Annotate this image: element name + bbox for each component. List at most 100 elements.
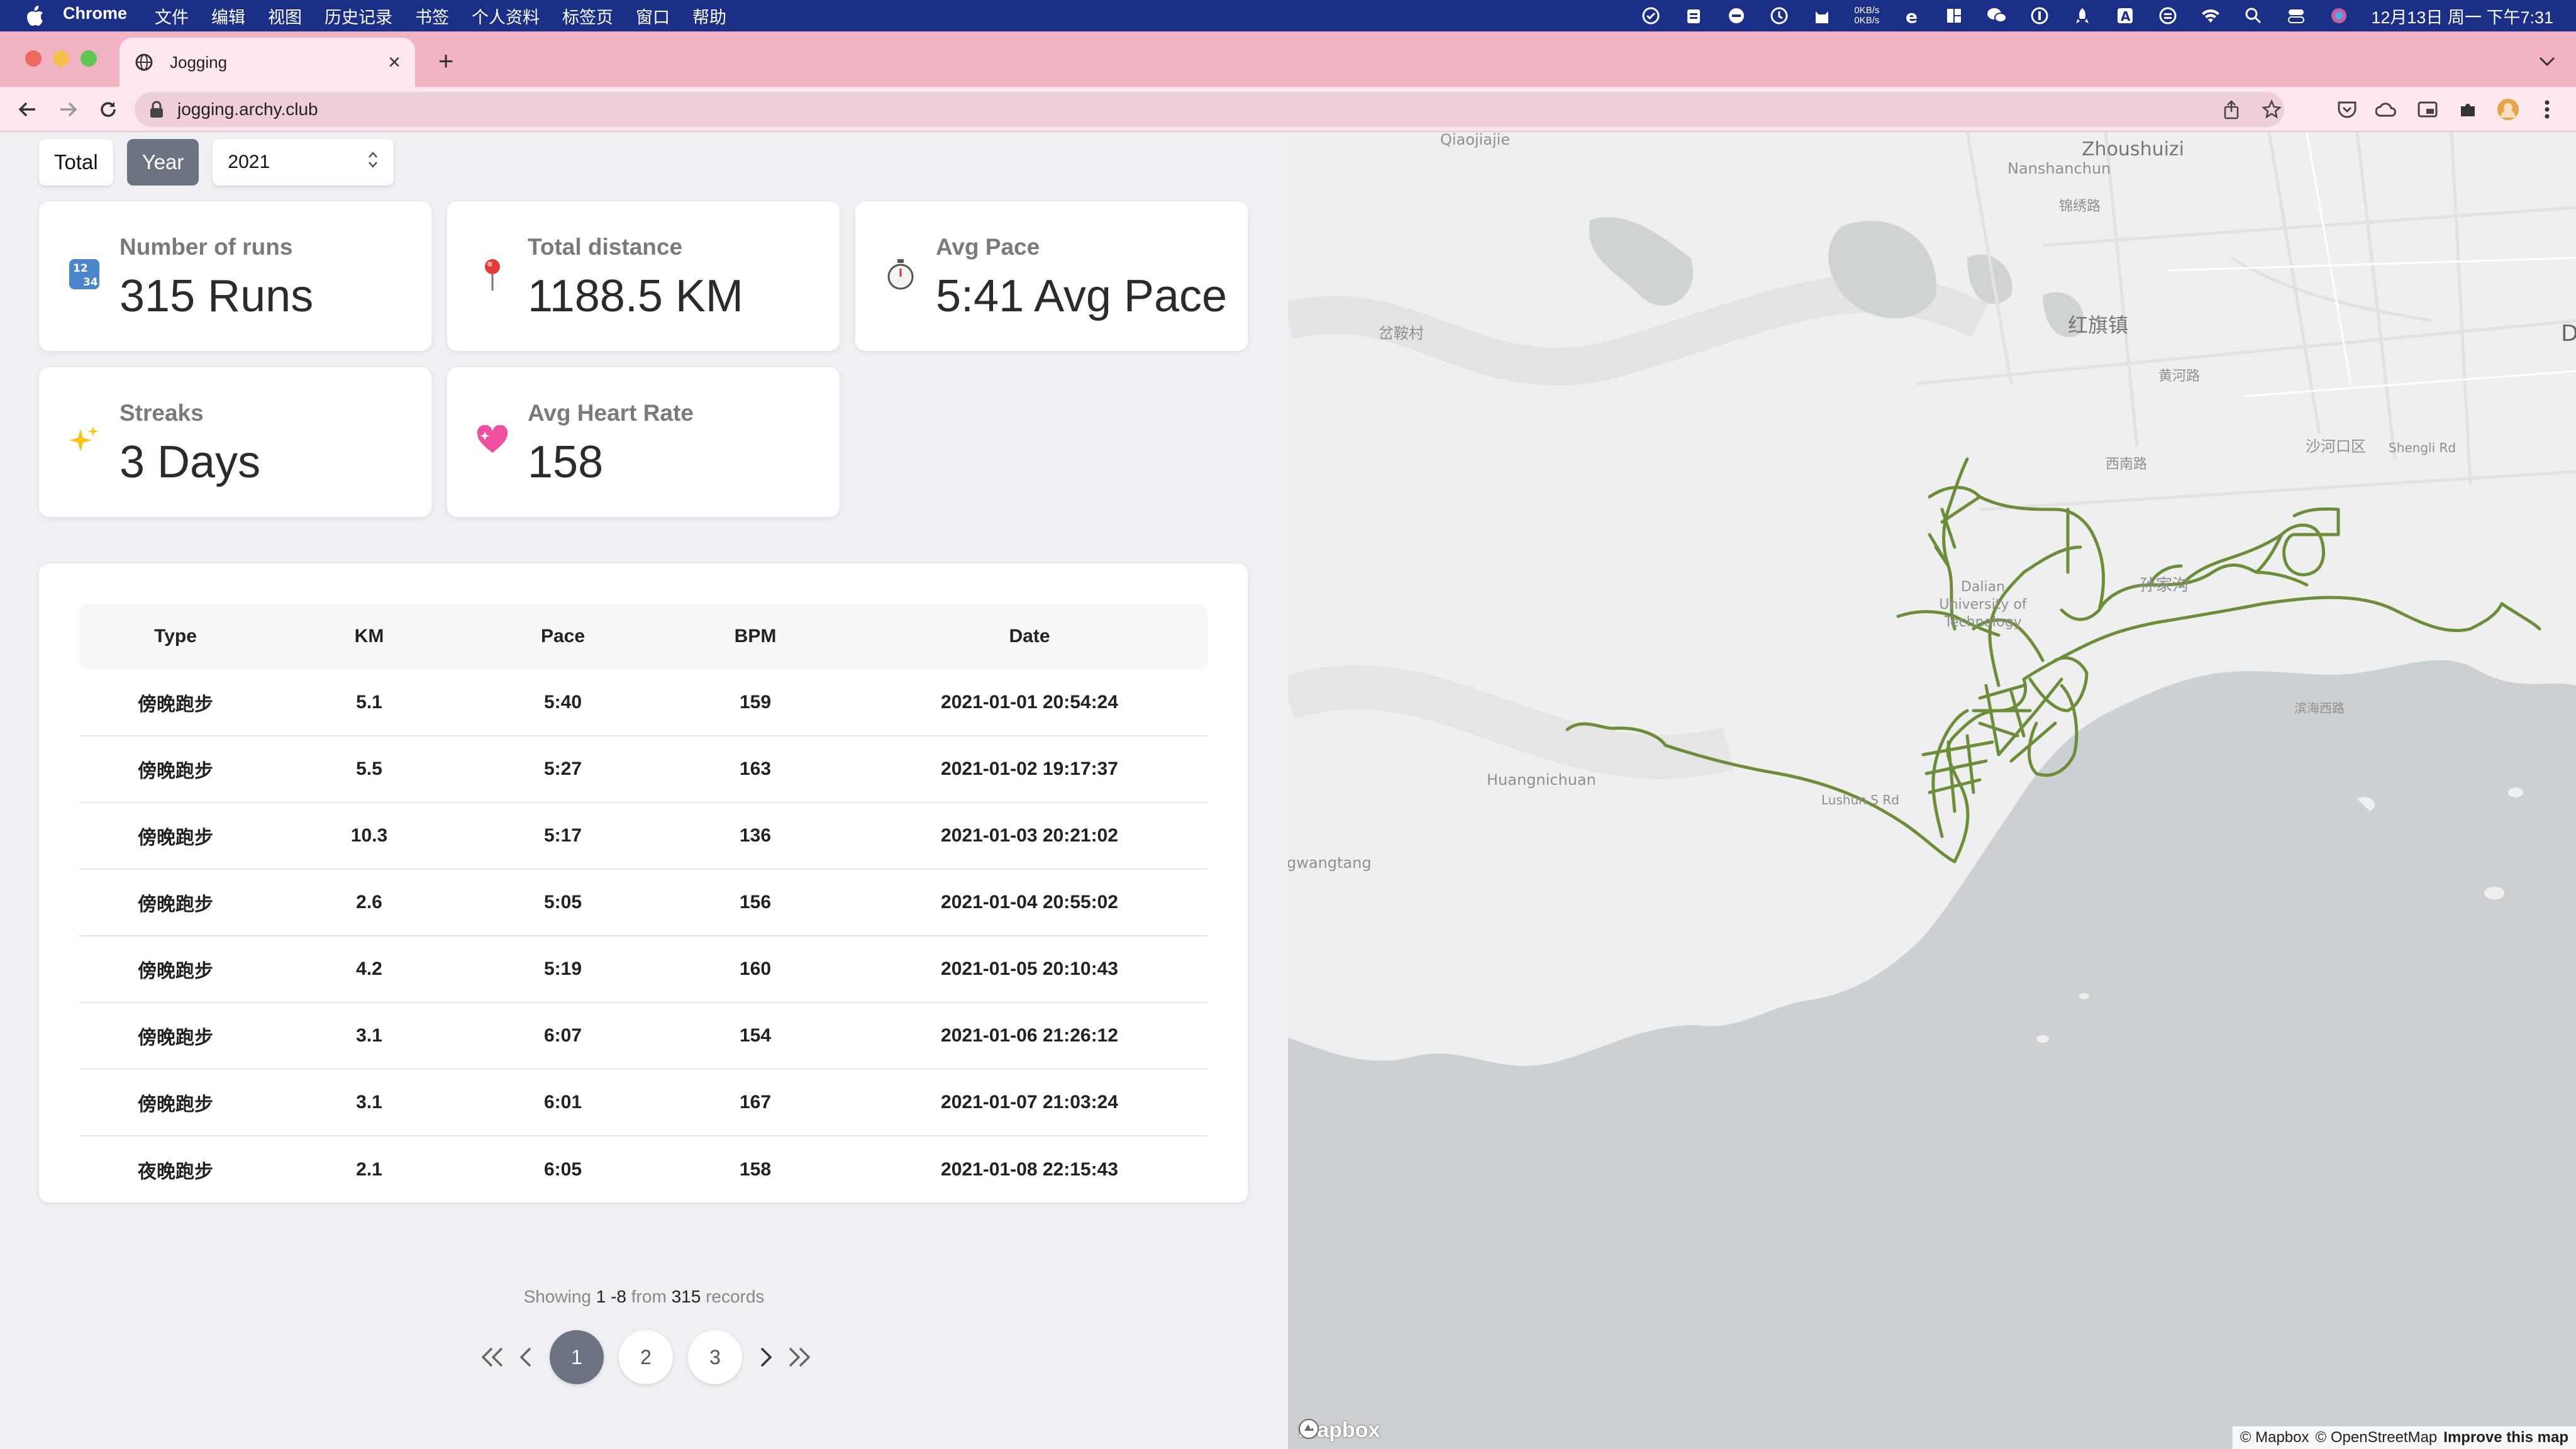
- stat-label: Total distance: [528, 234, 683, 260]
- picture-in-picture-icon[interactable]: [2415, 97, 2440, 122]
- wifi-icon[interactable]: [2200, 5, 2221, 26]
- apple-menu-icon[interactable]: [24, 4, 47, 27]
- prev-page-icon[interactable]: [509, 1338, 542, 1376]
- lock-icon[interactable]: [148, 101, 166, 118]
- map-label: Shengli Rd: [2389, 440, 2457, 455]
- map-label: 岔鞍村: [1379, 325, 1424, 342]
- map-canvas[interactable]: [1288, 132, 2576, 1449]
- cell-date: 2021-01-02 19:17:37: [852, 736, 1208, 803]
- tab-jogging[interactable]: Jogging ×: [119, 38, 415, 87]
- bookmark-star-icon[interactable]: [2259, 97, 2284, 122]
- column-header-bpm[interactable]: BPM: [659, 604, 852, 669]
- from-word: from: [631, 1287, 667, 1306]
- gamepad-icon[interactable]: [1726, 5, 1747, 26]
- stat-label: Number of runs: [119, 234, 293, 260]
- cat-icon[interactable]: [1811, 5, 1833, 26]
- menu-history[interactable]: 历史记录: [325, 4, 392, 28]
- column-header-date[interactable]: Date: [852, 604, 1208, 669]
- search-icon[interactable]: [2243, 5, 2264, 26]
- profile-avatar[interactable]: [2496, 97, 2521, 122]
- reload-icon[interactable]: [94, 96, 122, 123]
- macos-menubar: Chrome 文件 编辑 视图 历史记录 书签 个人资料 标签页 窗口 帮助 0…: [0, 0, 2576, 31]
- map-attribution: © Mapbox © OpenStreetMap Improve this ma…: [2232, 1426, 2576, 1449]
- menu-app-chrome[interactable]: Chrome: [63, 4, 127, 28]
- route-map[interactable]: Qiaojiajie Zhoushuizi Nanshanchun 锦绣路 红旗…: [1288, 132, 2576, 1449]
- column-header-pace[interactable]: Pace: [467, 604, 659, 669]
- menubar-clock[interactable]: 12月13日 周一 下午7:31: [2371, 4, 2553, 28]
- share-icon[interactable]: [2219, 97, 2244, 122]
- selected-year: 2021: [228, 152, 270, 172]
- cloud-icon[interactable]: [2373, 97, 2399, 122]
- clipboard-icon[interactable]: [1683, 5, 1704, 26]
- url-text[interactable]: jogging.archy.club: [177, 99, 2204, 119]
- table-row[interactable]: 傍晚跑步 5.1 5:40 159 2021-01-01 20:54:24: [79, 669, 1208, 736]
- control-center-icon[interactable]: [2285, 5, 2307, 26]
- year-filter-button[interactable]: Year: [126, 139, 199, 186]
- zoom-window-button[interactable]: [80, 50, 97, 67]
- stat-card-runs: 12 34 Number of runs 315 Runs: [39, 201, 431, 351]
- cell-km: 4.2: [272, 936, 467, 1003]
- grid-app-icon[interactable]: [1943, 5, 1965, 26]
- mapbox-logo[interactable]: mapbox: [1298, 1418, 1380, 1443]
- last-page-icon[interactable]: [782, 1338, 815, 1376]
- attribution-osm-link[interactable]: © OpenStreetMap: [2316, 1429, 2438, 1446]
- close-window-button[interactable]: [25, 50, 42, 67]
- tab-title: Jogging: [170, 52, 228, 72]
- table-row[interactable]: 傍晚跑步 2.6 5:05 156 2021-01-04 20:55:02: [79, 869, 1208, 936]
- menu-view[interactable]: 视图: [268, 4, 302, 28]
- table-row[interactable]: 傍晚跑步 3.1 6:07 154 2021-01-06 21:26:12: [79, 1002, 1208, 1070]
- extensions-puzzle-icon[interactable]: [2455, 97, 2480, 122]
- minimize-window-button[interactable]: [53, 50, 69, 67]
- menu-window[interactable]: 窗口: [636, 4, 670, 28]
- back-arrow-icon[interactable]: [14, 96, 42, 123]
- wechat-icon[interactable]: [1986, 5, 2007, 26]
- year-select[interactable]: 2021: [213, 139, 394, 186]
- cell-date: 2021-01-04 20:55:02: [852, 869, 1208, 936]
- menu-list-icon[interactable]: [2157, 5, 2179, 26]
- menu-bookmarks[interactable]: 书签: [415, 4, 449, 28]
- table-row[interactable]: 傍晚跑步 3.1 6:01 167 2021-01-07 21:03:24: [79, 1069, 1208, 1136]
- table-row[interactable]: 傍晚跑步 4.2 5:19 160 2021-01-05 20:10:43: [79, 936, 1208, 1003]
- input-method-icon[interactable]: A: [2114, 5, 2136, 26]
- stat-label: Avg Heart Rate: [528, 400, 694, 426]
- improve-map-link[interactable]: Improve this map: [2443, 1429, 2568, 1446]
- menu-file[interactable]: 文件: [155, 4, 189, 28]
- svg-text:e: e: [1906, 6, 1918, 25]
- total-filter-button[interactable]: Total: [39, 139, 113, 186]
- tab-search-chevron-icon[interactable]: [2534, 49, 2560, 74]
- column-header-type[interactable]: Type: [79, 604, 272, 669]
- siri-icon[interactable]: [2328, 5, 2350, 26]
- cell-bpm: 154: [659, 1002, 852, 1070]
- page-button-2[interactable]: 2: [619, 1330, 673, 1384]
- map-label: Lushun S Rd: [1821, 792, 1899, 808]
- menu-edit[interactable]: 编辑: [211, 4, 245, 28]
- attribution-mapbox-link[interactable]: © Mapbox: [2240, 1429, 2309, 1446]
- next-page-icon[interactable]: [750, 1338, 782, 1376]
- map-label-university: Dalian University of Technology: [1939, 579, 2027, 630]
- table-row[interactable]: 夜晚跑步 2.1 6:05 158 2021-01-08 22:15:43: [79, 1136, 1208, 1202]
- forward-arrow-icon[interactable]: [54, 96, 82, 123]
- column-header-km[interactable]: KM: [272, 604, 467, 669]
- pocket-icon[interactable]: [2334, 97, 2360, 122]
- close-tab-icon[interactable]: ×: [380, 48, 409, 77]
- edge-icon[interactable]: e: [1901, 5, 1922, 26]
- more-menu-icon[interactable]: [2534, 97, 2560, 122]
- table-row[interactable]: 傍晚跑步 5.5 5:27 163 2021-01-02 19:17:37: [79, 736, 1208, 803]
- stat-value: 1188.5 KM: [528, 271, 743, 321]
- first-page-icon[interactable]: [477, 1338, 509, 1376]
- page-button-3[interactable]: 3: [688, 1330, 742, 1384]
- menu-tab[interactable]: 标签页: [562, 4, 613, 28]
- table-row[interactable]: 傍晚跑步 10.3 5:17 136 2021-01-03 20:21:02: [79, 802, 1208, 870]
- address-bar[interactable]: jogging.archy.club: [135, 92, 2284, 127]
- new-tab-button[interactable]: +: [431, 46, 460, 75]
- cell-type: 傍晚跑步: [79, 936, 272, 1003]
- page-button-1[interactable]: 1: [550, 1330, 604, 1384]
- map-label: Nanshanchun: [2007, 160, 2111, 177]
- cell-km: 10.3: [272, 802, 467, 870]
- rocket-icon[interactable]: [2072, 5, 2093, 26]
- menu-help[interactable]: 帮助: [692, 4, 726, 28]
- clock-icon[interactable]: [1768, 5, 1790, 26]
- password-icon[interactable]: [2029, 5, 2050, 26]
- menu-profiles[interactable]: 个人资料: [472, 4, 540, 28]
- checkmark-circle-icon[interactable]: [1640, 5, 1662, 26]
